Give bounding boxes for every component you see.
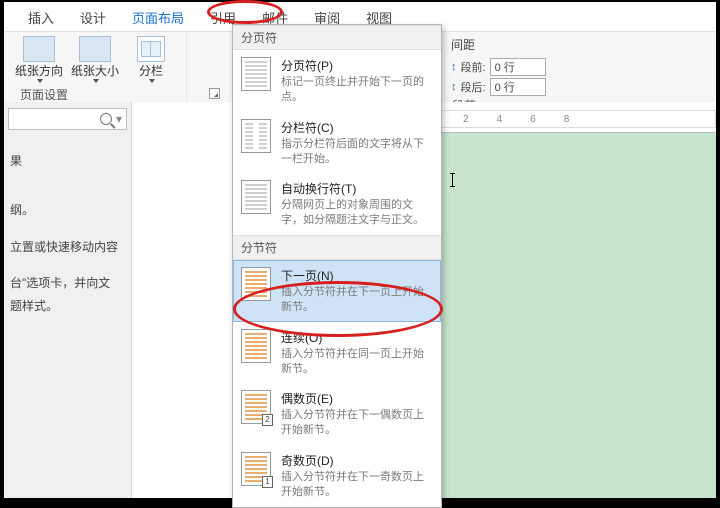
spacing-group: 间距 ↕ 段前: 0 行 ↕ 段后: 0 行 [451,36,601,97]
text-wrap-icon [241,180,271,214]
nav-text-3: 立置或快速移动内容 [8,236,127,259]
menu-item-even-page[interactable]: 2 偶数页(E) 插入分节符并在下一偶数页上开始新节。 [233,383,441,445]
orientation-icon [23,36,55,62]
nav-text-1: 果 [8,150,127,173]
breaks-dropdown-menu: 分页符 分页符(P) 标记一页终止并开始下一页的点。 分栏符(C) 指示分栏符后… [232,24,442,508]
menu-item-next-page[interactable]: 下一页(N) 插入分节符并在下一页上开始新节。 [233,260,441,322]
odd-page-title: 奇数页(D) [281,452,433,469]
page-break-icon [241,57,271,91]
even-badge: 2 [262,414,273,426]
search-icon [100,113,112,125]
tab-layout[interactable]: 页面布局 [128,6,188,29]
columns-icon [137,36,165,62]
orientation-button[interactable]: 纸张方向 [14,36,64,83]
document-canvas[interactable] [442,132,716,498]
orientation-label: 纸张方向 [15,62,63,79]
chevron-down-icon [93,79,99,83]
line-down-icon: ↕ [451,81,457,93]
menu-item-page-break[interactable]: 分页符(P) 标记一页终止并开始下一页的点。 [233,50,441,112]
continuous-desc: 插入分节符并在同一页上开始新节。 [281,346,433,377]
next-page-desc: 插入分节符并在下一页上开始新节。 [281,284,433,315]
column-break-icon [241,119,271,153]
menu-item-continuous[interactable]: 连续(O) 插入分节符并在同一页上开始新节。 [233,322,441,384]
chevron-down-icon [149,79,155,83]
tab-insert[interactable]: 插入 [24,6,58,29]
chevron-down-icon [37,79,43,83]
ruler-tick: 2 [463,114,469,125]
search-input[interactable]: ▾ [8,108,127,130]
odd-badge: 1 [262,476,273,488]
next-page-icon [241,267,271,301]
odd-page-desc: 插入分节符并在下一奇数页上开始新节。 [281,469,433,500]
nav-text-2: 纲。 [8,199,127,222]
horizontal-ruler[interactable]: 2 4 6 8 [432,110,716,128]
spacing-header: 间距 [451,36,601,57]
page-break-title: 分页符(P) [281,57,433,74]
column-break-desc: 指示分栏符后面的文字将从下一栏开始。 [281,136,433,167]
page-break-desc: 标记一页终止并开始下一页的点。 [281,74,433,105]
next-page-title: 下一页(N) [281,267,433,284]
size-icon [79,36,111,62]
menu-item-odd-page[interactable]: 1 奇数页(D) 插入分节符并在下一奇数页上开始新节。 [233,445,441,507]
columns-button[interactable]: 分栏 [126,36,176,83]
even-page-desc: 插入分节符并在下一偶数页上开始新节。 [281,407,433,438]
odd-page-icon: 1 [241,452,271,486]
nav-text-5: 题样式。 [8,295,127,318]
menu-item-column-break[interactable]: 分栏符(C) 指示分栏符后面的文字将从下一栏开始。 [233,112,441,174]
continuous-icon [241,329,271,363]
ruler-tick: 8 [564,114,570,125]
before-label: 段前: [461,59,486,75]
columns-label: 分栏 [139,62,163,79]
section-breaks-header: 分节符 [233,235,441,260]
after-label: 段后: [461,79,486,95]
column-break-title: 分栏符(C) [281,119,433,136]
ruler-tick: 6 [530,114,536,125]
size-label: 纸张大小 [71,62,119,79]
even-page-icon: 2 [241,390,271,424]
size-button[interactable]: 纸张大小 [70,36,120,83]
spacing-before-value: 0 行 [495,59,515,75]
line-up-icon: ↕ [451,61,457,73]
spacing-before-input[interactable]: 0 行 [490,58,546,76]
page-breaks-header: 分页符 [233,25,441,50]
navigation-pane: ▾ 果 纲。 立置或快速移动内容 台"选项卡，并向文 题样式。 [4,102,132,498]
continuous-title: 连续(O) [281,329,433,346]
ruler-tick: 4 [497,114,503,125]
menu-item-text-wrap-break[interactable]: 自动换行符(T) 分隔网页上的对象周围的文字，如分隔题注文字与正文。 [233,173,441,235]
tab-design[interactable]: 设计 [76,6,110,29]
app-window: 插入 设计 页面布局 引用 邮件 审阅 视图 纸张方向 纸张大小 分栏 [4,2,716,498]
page-setup-group-label: 页面设置 [20,86,68,103]
text-wrap-desc: 分隔网页上的对象周围的文字，如分隔题注文字与正文。 [281,197,433,228]
nav-text-4: 台"选项卡，并向文 [8,272,127,295]
text-cursor [452,173,453,187]
spacing-after-value: 0 行 [495,79,515,95]
text-wrap-title: 自动换行符(T) [281,180,433,197]
page-setup-dialog-launcher[interactable] [209,88,220,99]
spacing-after-input[interactable]: 0 行 [490,78,546,96]
even-page-title: 偶数页(E) [281,390,433,407]
